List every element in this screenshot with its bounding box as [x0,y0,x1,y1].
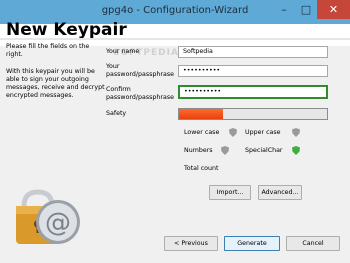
lower-case-label: Lower case [184,129,220,136]
name-label: Your name [106,48,140,55]
total-count-label: Total count [184,165,219,172]
svg-text:@: @ [45,208,71,238]
password-field[interactable]: •••••••••• [178,65,328,77]
special-char-label: SpecialChar [245,147,283,154]
lower-case-shield-icon [229,128,237,137]
upper-case-shield-icon [292,128,300,137]
safety-meter [178,108,328,120]
confirm-password-field[interactable]: •••••••••• [178,85,328,99]
intro-description: With this keypair you will be able to si… [6,68,105,99]
special-char-shield-icon [292,146,300,155]
wizard-window: gpg4o - Configuration-Wizard – □ ✕ New K… [0,0,350,263]
password-label: Your password/passphrase [106,63,175,78]
intro-text: Please fill the fields on the right. [6,43,90,58]
numbers-shield-icon [221,146,229,155]
maximize-button[interactable]: □ [295,0,317,19]
header-divider [0,38,350,40]
safety-meter-fill [179,109,224,119]
numbers-label: Numbers [184,147,213,154]
page-title: New Keypair [6,20,127,40]
advanced-button[interactable]: Advanced... [258,185,302,200]
padlock-at-sign-icon: @ [16,189,80,244]
import-button[interactable]: Import... [209,185,251,200]
upper-case-label: Upper case [245,129,281,136]
cancel-button[interactable]: Cancel [286,236,340,251]
minimize-button[interactable]: – [273,0,295,19]
previous-button[interactable]: < Previous [164,236,218,251]
close-button[interactable]: ✕ [317,0,350,19]
confirm-label: Confirm password/passphrase [106,86,175,101]
name-field[interactable]: Softpedia [178,46,328,58]
generate-button[interactable]: Generate [224,236,280,251]
safety-label: Safety [106,110,127,117]
